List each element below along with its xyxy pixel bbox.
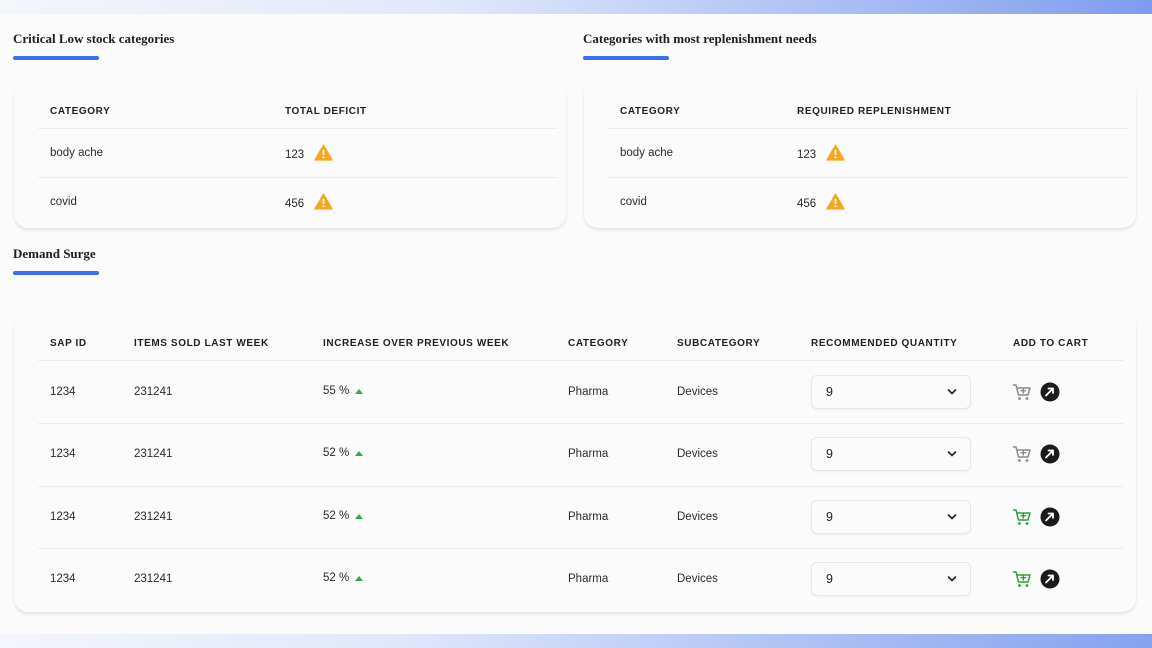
quantity-value: 9: [826, 447, 833, 461]
items-sold-cell: 231241: [134, 386, 173, 398]
replenishment-underline: [583, 56, 669, 60]
quantity-select[interactable]: 9: [811, 437, 971, 471]
subcategory-cell: Devices: [677, 511, 718, 523]
sap-id-cell: 1234: [50, 511, 76, 523]
increase-cell: 52 %: [323, 447, 364, 459]
row-deficit: 123: [285, 149, 305, 161]
subcategory-cell: Devices: [677, 448, 718, 460]
warning-icon: [826, 144, 845, 161]
items-sold-cell: 231241: [134, 511, 173, 523]
column-header-category: CATEGORY: [50, 106, 111, 117]
demand-surge-card: SAP ID ITEMS SOLD LAST WEEK INCREASE OVE…: [14, 314, 1136, 612]
add-to-cart-icon[interactable]: [1012, 569, 1032, 589]
critical-low-card: CATEGORY TOTAL DEFICIT body ache 123 cov…: [14, 82, 566, 228]
go-arrow-icon[interactable]: [1040, 444, 1060, 464]
column-header-sap-id: SAP ID: [50, 338, 87, 349]
quantity-value: 9: [826, 385, 833, 399]
category-cell: Pharma: [568, 511, 609, 523]
divider: [38, 128, 558, 129]
sap-id-cell: 1234: [50, 573, 76, 585]
increase-cell: 52 %: [323, 572, 364, 584]
divider: [38, 177, 558, 178]
column-header-add-to-cart: ADD TO CART: [1013, 338, 1089, 349]
replenishment-card: CATEGORY REQUIRED REPLENISHMENT body ach…: [584, 82, 1136, 228]
row-category: body ache: [50, 147, 104, 159]
arrow-up-icon: [355, 513, 364, 519]
chevron-down-icon: [947, 389, 957, 395]
add-to-cart-icon[interactable]: [1012, 444, 1032, 464]
chevron-down-icon: [947, 451, 957, 457]
subcategory-cell: Devices: [677, 573, 718, 585]
divider: [608, 128, 1128, 129]
go-arrow-icon[interactable]: [1040, 507, 1060, 527]
items-sold-cell: 231241: [134, 448, 173, 460]
go-arrow-icon[interactable]: [1040, 569, 1060, 589]
increase-cell: 52 %: [323, 510, 364, 522]
increase-cell: 55 %: [323, 385, 364, 397]
chevron-down-icon: [947, 576, 957, 582]
category-cell: Pharma: [568, 573, 609, 585]
row-deficit: 456: [285, 198, 305, 210]
increase-value: 55 %: [323, 385, 350, 397]
warning-icon: [314, 144, 333, 161]
column-header-recommended-quantity: RECOMMENDED QUANTITY: [811, 338, 958, 349]
divider: [38, 360, 1124, 361]
divider: [38, 423, 1124, 424]
column-header-required-replenishment: REQUIRED REPLENISHMENT: [797, 106, 952, 117]
replenishment-title: Categories with most replenishment needs: [583, 31, 817, 46]
quantity-select[interactable]: 9: [811, 500, 971, 534]
increase-value: 52 %: [323, 447, 350, 459]
sap-id-cell: 1234: [50, 386, 76, 398]
quantity-select[interactable]: 9: [811, 562, 971, 596]
column-header-category: CATEGORY: [620, 106, 681, 117]
row-replenishment: 123: [797, 149, 817, 161]
divider: [608, 177, 1128, 178]
increase-value: 52 %: [323, 510, 350, 522]
critical-low-underline: [13, 56, 99, 60]
warning-icon: [314, 193, 333, 210]
row-replenishment: 456: [797, 198, 817, 210]
add-to-cart-icon[interactable]: [1012, 507, 1032, 527]
quantity-value: 9: [826, 572, 833, 586]
column-header-increase: INCREASE OVER PREVIOUS WEEK: [323, 338, 510, 349]
items-sold-cell: 231241: [134, 573, 173, 585]
increase-value: 52 %: [323, 572, 350, 584]
quantity-select[interactable]: 9: [811, 375, 971, 409]
category-cell: Pharma: [568, 386, 609, 398]
arrow-up-icon: [355, 388, 364, 394]
divider: [38, 548, 1124, 549]
demand-surge-title: Demand Surge: [13, 246, 96, 261]
add-to-cart-icon[interactable]: [1012, 382, 1032, 402]
critical-low-title: Critical Low stock categories: [13, 31, 175, 46]
quantity-value: 9: [826, 510, 833, 524]
column-header-total-deficit: TOTAL DEFICIT: [285, 106, 367, 117]
row-category: covid: [620, 196, 647, 208]
arrow-up-icon: [355, 450, 364, 456]
sap-id-cell: 1234: [50, 448, 76, 460]
chevron-down-icon: [947, 514, 957, 520]
go-arrow-icon[interactable]: [1040, 382, 1060, 402]
top-gradient-bar: [0, 0, 1152, 14]
arrow-up-icon: [355, 575, 364, 581]
row-category: covid: [50, 196, 77, 208]
warning-icon: [826, 193, 845, 210]
demand-surge-underline: [13, 271, 99, 275]
column-header-subcategory: SUBCATEGORY: [677, 338, 761, 349]
column-header-category: CATEGORY: [568, 338, 629, 349]
category-cell: Pharma: [568, 448, 609, 460]
row-category: body ache: [620, 147, 674, 159]
subcategory-cell: Devices: [677, 386, 718, 398]
bottom-gradient-bar: [0, 634, 1152, 648]
column-header-items-sold: ITEMS SOLD LAST WEEK: [134, 338, 269, 349]
divider: [38, 486, 1124, 487]
